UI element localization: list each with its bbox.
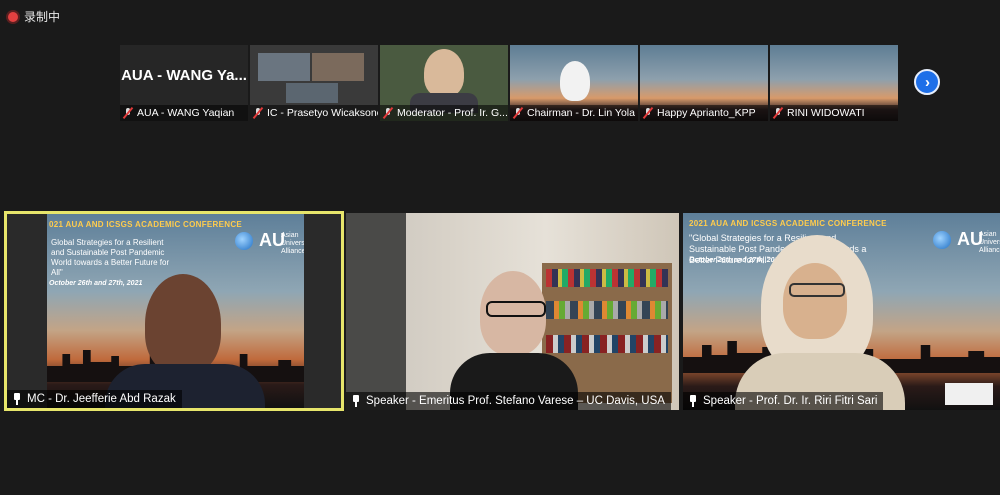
gallery-cell <box>258 53 310 81</box>
gallery-cell <box>286 83 338 103</box>
sponsor-logos <box>945 383 993 405</box>
mic-muted-icon <box>642 107 654 119</box>
participant-label: IC - Prasetyo Wicaksono, S... <box>250 105 378 121</box>
thumbnail-chairman[interactable]: Chairman - Dr. Lin Yola <box>510 45 638 121</box>
participant-face <box>424 49 464 97</box>
main-tile-speaker-riri[interactable]: 2021 AUA AND ICSGS ACADEMIC CONFERENCE "… <box>683 213 1000 410</box>
pin-icon <box>350 395 362 407</box>
participant-name-display: AUA - WANG Ya... <box>121 66 247 84</box>
participant-label: Speaker - Emeritus Prof. Stefano Varese … <box>346 392 671 410</box>
participant-hijab <box>560 61 590 101</box>
main-tile-mc[interactable]: 021 AUA AND ICSGS ACADEMIC CONFERENCE Gl… <box>4 211 344 411</box>
chevron-right-icon: › <box>925 73 930 91</box>
mic-muted-icon <box>252 107 264 119</box>
next-page-button[interactable]: › <box>914 69 940 95</box>
glasses <box>486 301 546 317</box>
mic-muted-icon <box>772 107 784 119</box>
participant-strip: AUA - WANG Ya... AUA - WANG Yaqian IC - … <box>120 45 898 121</box>
thumbnail-aua-wang[interactable]: AUA - WANG Ya... AUA - WANG Yaqian <box>120 45 248 121</box>
alliance-name: Asian Universiti Alliance <box>979 231 1000 255</box>
alliance-line: Universiti <box>281 240 304 247</box>
record-dot-icon <box>8 11 18 22</box>
main-tile-speaker-varese[interactable]: Speaker - Emeritus Prof. Stefano Varese … <box>346 213 679 410</box>
alliance-line: Universiti <box>979 239 1000 246</box>
mic-muted-icon <box>512 107 524 119</box>
conference-date: October 26th and 27th, 2021 <box>689 257 783 264</box>
participant-name: RINI WIDOWATI <box>787 107 865 119</box>
participant-label: RINI WIDOWATI <box>770 105 898 121</box>
globe-logo-icon <box>933 231 951 249</box>
books-row <box>546 301 668 319</box>
alliance-line: Asian <box>979 231 997 238</box>
alliance-line: Alliance <box>979 247 1000 254</box>
recording-indicator: 录制中 <box>8 8 60 25</box>
pin-icon <box>687 395 699 407</box>
alliance-line: Alliance <box>281 248 304 255</box>
participant-label: Speaker - Prof. Dr. Ir. Riri Fitri Sari <box>683 392 884 410</box>
participant-name: AUA - WANG Yaqian <box>137 107 235 119</box>
participant-name: MC - Dr. Jeefferie Abd Razak <box>27 393 176 405</box>
alliance-name: Asian Universiti Alliance <box>281 232 304 256</box>
window-frame <box>346 213 406 410</box>
conference-title: 2021 AUA AND ICSGS ACADEMIC CONFERENCE <box>689 219 887 228</box>
thumbnail-moderator[interactable]: Moderator - Prof. Ir. G... <box>380 45 508 121</box>
participant-face <box>145 274 221 374</box>
thumbnail-happy-aprianto[interactable]: Happy Aprianto_KPP <box>640 45 768 121</box>
alliance-line: Asian <box>281 232 299 239</box>
thumbnail-ic-prasetyo[interactable]: IC - Prasetyo Wicaksono, S... <box>250 45 378 121</box>
conference-title: 021 AUA AND ICSGS ACADEMIC CONFERENCE <box>49 220 243 229</box>
participant-name: Moderator - Prof. Ir. G... <box>397 107 508 119</box>
thumbnail-rini-widowati[interactable]: RINI WIDOWATI <box>770 45 898 121</box>
participant-name: Chairman - Dr. Lin Yola <box>527 107 635 119</box>
globe-logo-icon <box>235 232 253 250</box>
mic-muted-icon <box>122 107 134 119</box>
participant-label: Happy Aprianto_KPP <box>640 105 768 121</box>
video-pillarbox <box>304 214 341 408</box>
video-pillarbox <box>7 214 47 408</box>
recording-label: 录制中 <box>24 10 61 24</box>
participant-name: Happy Aprianto_KPP <box>657 107 756 119</box>
participant-name: IC - Prasetyo Wicaksono, S... <box>267 107 378 119</box>
participant-label: Chairman - Dr. Lin Yola <box>510 105 638 121</box>
conference-theme: Global Strategies for a Resilient and Su… <box>51 238 170 277</box>
participant-face <box>783 263 847 339</box>
participant-label: MC - Dr. Jeefferie Abd Razak <box>7 390 182 408</box>
participant-name: Speaker - Prof. Dr. Ir. Riri Fitri Sari <box>703 395 878 407</box>
participant-name: Speaker - Emeritus Prof. Stefano Varese … <box>366 395 665 407</box>
participant-label: AUA - WANG Yaqian <box>120 105 248 121</box>
conference-slide: 021 AUA AND ICSGS ACADEMIC CONFERENCE Gl… <box>47 214 304 408</box>
glasses <box>789 283 845 297</box>
books-row <box>546 269 668 287</box>
gallery-cell <box>312 53 364 81</box>
mic-muted-icon <box>382 107 394 119</box>
participant-label: Moderator - Prof. Ir. G... <box>380 105 508 121</box>
pin-icon <box>11 393 23 405</box>
books-row <box>546 335 668 353</box>
conference-date: October 26th and 27th, 2021 <box>49 280 143 287</box>
